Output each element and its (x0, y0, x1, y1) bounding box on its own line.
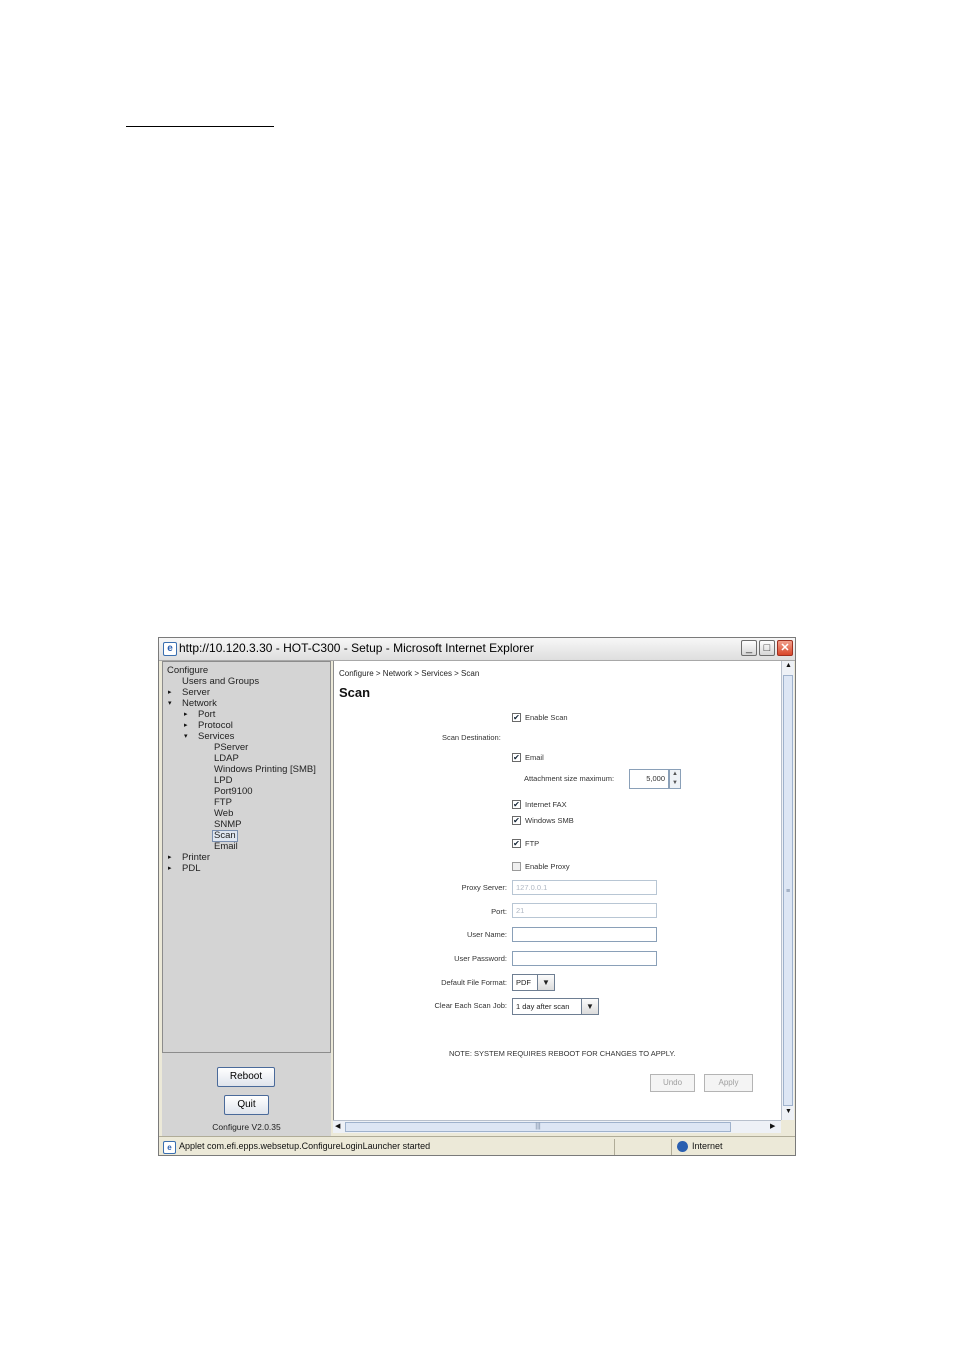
clear-each-scan-job-select[interactable]: 1 day after scan ▼ (512, 998, 599, 1015)
clear-each-scan-job-value: 1 day after scan (516, 1002, 570, 1011)
internet-fax-checkbox[interactable]: ✔ (512, 800, 521, 809)
chevron-down-icon[interactable]: ▼ (581, 999, 598, 1014)
breadcrumb: Configure > Network > Services > Scan (339, 669, 480, 678)
horizontal-scrollbar[interactable]: ◀ ||| ▶ (333, 1120, 781, 1133)
scan-destination-label: Scan Destination: (442, 733, 501, 742)
tree-item-ftp[interactable]: FTP (214, 798, 232, 808)
proxy-server-label: Proxy Server: (461, 883, 507, 892)
scroll-down-icon[interactable]: ▼ (783, 1108, 794, 1115)
expand-arrow-icon[interactable]: ▸ (184, 721, 188, 731)
horizontal-scroll-thumb[interactable]: ||| (345, 1122, 731, 1132)
expand-arrow-icon[interactable]: ▸ (168, 688, 172, 698)
tree-item-port9100[interactable]: Port9100 (214, 787, 253, 797)
status-separator (614, 1139, 615, 1155)
user-password-label: User Password: (454, 954, 507, 963)
enable-scan-label: Enable Scan (525, 713, 568, 722)
window-title: http://10.120.3.30 - HOT-C300 - Setup - … (179, 641, 534, 655)
scan-settings-panel: Configure > Network > Services > Scan Sc… (333, 661, 782, 1120)
windows-smb-checkbox[interactable]: ✔ (512, 816, 521, 825)
tree-item-windows-printing[interactable]: Windows Printing [SMB] (214, 765, 316, 775)
enable-proxy-checkbox[interactable] (512, 862, 521, 871)
scroll-left-icon[interactable]: ◀ (335, 1122, 340, 1130)
maximize-button[interactable]: □ (759, 640, 775, 656)
vertical-scrollbar[interactable]: ▲ ≡ ▼ (781, 661, 794, 1120)
enable-proxy-label: Enable Proxy (525, 862, 570, 871)
globe-icon (677, 1141, 688, 1152)
tree-item-web[interactable]: Web (214, 809, 233, 819)
left-footer: Reboot Quit Configure V2.0.35 (162, 1053, 331, 1136)
ie-icon: e (163, 642, 177, 656)
port-label: Port: (491, 907, 507, 916)
windows-smb-label: Windows SMB (525, 816, 574, 825)
tree-item-email[interactable]: Email (214, 842, 238, 852)
port-input[interactable]: 21 (512, 903, 657, 918)
default-file-format-value: PDF (516, 978, 531, 987)
attachment-size-label: Attachment size maximum: (524, 774, 615, 783)
title-bar: e http://10.120.3.30 - HOT-C300 - Setup … (159, 638, 795, 661)
email-checkbox[interactable]: ✔ (512, 753, 521, 762)
tree-item-printer[interactable]: Printer (182, 853, 210, 863)
email-label: Email (525, 753, 544, 762)
attachment-size-spinner[interactable]: ▲ ▼ (669, 769, 681, 789)
chevron-down-icon[interactable]: ▼ (537, 975, 554, 990)
expand-arrow-icon[interactable]: ▸ (168, 853, 172, 863)
tree-item-lpd[interactable]: LPD (214, 776, 232, 786)
document-underline (126, 126, 274, 127)
reboot-note: NOTE: SYSTEM REQUIRES REBOOT FOR CHANGES… (449, 1049, 676, 1058)
tree-item-users-and-groups[interactable]: Users and Groups (182, 677, 259, 687)
status-text: Applet com.efi.epps.websetup.ConfigureLo… (179, 1141, 431, 1151)
tree-item-protocol[interactable]: Protocol (198, 721, 233, 731)
reboot-button[interactable]: Reboot (217, 1067, 275, 1087)
tree-item-pdl[interactable]: PDL (182, 864, 200, 874)
default-file-format-select[interactable]: PDF ▼ (512, 974, 555, 991)
scroll-up-icon[interactable]: ▲ (783, 662, 794, 669)
proxy-server-input[interactable]: 127.0.0.1 (512, 880, 657, 895)
tree-item-network[interactable]: Network (182, 699, 217, 709)
status-separator (671, 1139, 672, 1155)
close-button[interactable]: ✕ (777, 640, 793, 656)
undo-button[interactable]: Undo (650, 1074, 695, 1092)
quit-button[interactable]: Quit (224, 1095, 269, 1115)
ftp-checkbox[interactable]: ✔ (512, 839, 521, 848)
tree-item-pserver[interactable]: PServer (214, 743, 248, 753)
collapse-arrow-icon[interactable]: ▾ (168, 699, 172, 709)
tree-item-server[interactable]: Server (182, 688, 210, 698)
nav-tree-panel: Configure Users and Groups ▸ Server ▾ Ne… (162, 661, 331, 1053)
tree-item-ldap[interactable]: LDAP (214, 754, 239, 764)
applet-icon: e (163, 1141, 176, 1154)
default-file-format-label: Default File Format: (441, 978, 507, 987)
user-name-input[interactable] (512, 927, 657, 942)
expand-arrow-icon[interactable]: ▸ (184, 710, 188, 720)
apply-button[interactable]: Apply (704, 1074, 753, 1092)
page-title: Scan (339, 685, 371, 700)
tree-item-snmp[interactable]: SNMP (214, 820, 241, 830)
clear-each-scan-job-label: Clear Each Scan Job: (434, 1001, 507, 1010)
tree-item-services[interactable]: Services (198, 732, 234, 742)
tree-item-port[interactable]: Port (198, 710, 215, 720)
user-password-input[interactable] (512, 951, 657, 966)
collapse-arrow-icon[interactable]: ▾ (184, 732, 188, 742)
browser-window: e http://10.120.3.30 - HOT-C300 - Setup … (158, 637, 796, 1156)
vertical-scroll-thumb[interactable]: ≡ (783, 675, 793, 1106)
internet-fax-label: Internet FAX (525, 800, 567, 809)
zone-label: Internet (692, 1141, 723, 1151)
expand-arrow-icon[interactable]: ▸ (168, 864, 172, 874)
ftp-label: FTP (525, 839, 540, 848)
tree-item-configure[interactable]: Configure (167, 666, 208, 676)
status-bar: e Applet com.efi.epps.websetup.Configure… (159, 1136, 795, 1155)
enable-scan-checkbox[interactable]: ✔ (512, 713, 521, 722)
scroll-right-icon[interactable]: ▶ (770, 1122, 775, 1130)
attachment-size-input[interactable]: 5,000 (629, 769, 669, 789)
version-label: Configure V2.0.35 (212, 1122, 281, 1132)
minimize-button[interactable]: _ (741, 640, 757, 656)
user-name-label: User Name: (466, 930, 507, 939)
